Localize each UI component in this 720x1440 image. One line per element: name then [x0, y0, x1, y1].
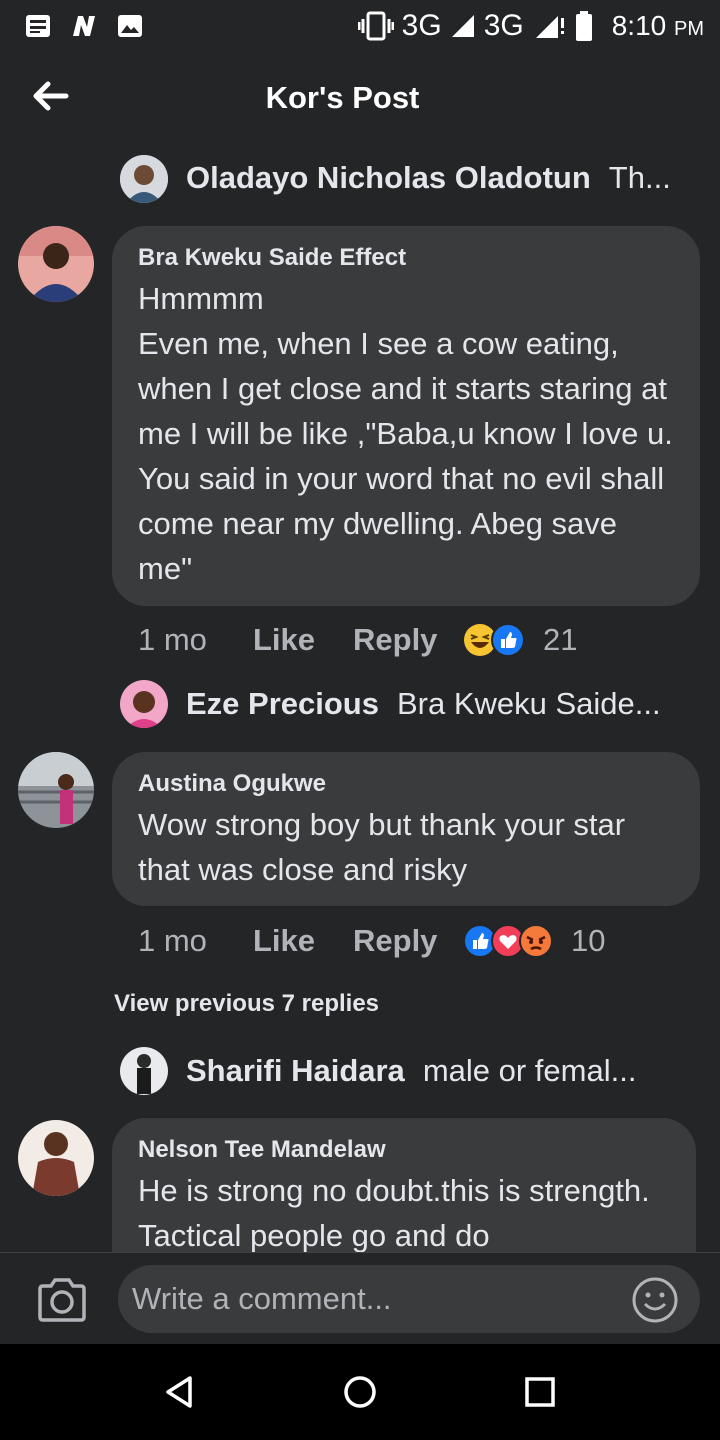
- reaction-count[interactable]: 21: [543, 622, 577, 658]
- nav-back-icon[interactable]: [160, 1372, 200, 1412]
- app-bar: Kor's Post: [0, 52, 720, 144]
- reply-snippet: male or femal...: [422, 1053, 637, 1088]
- reaction-count[interactable]: 10: [571, 923, 605, 959]
- avatar[interactable]: [18, 1120, 94, 1196]
- vibrate-icon: [357, 11, 394, 41]
- n-app-icon: [73, 16, 95, 36]
- clock: 8:10 PM: [611, 10, 704, 41]
- network-label: 3G: [401, 9, 442, 42]
- page-title: Kor's Post: [265, 80, 420, 115]
- status-bar: 3G 3G 8:10 PM: [0, 0, 720, 52]
- comment-time: 1 mo: [138, 622, 207, 657]
- comment-text: Wow strong boy but thank your star that …: [138, 807, 634, 887]
- comment-text: Hmmmm Even me, when I see a cow eating, …: [138, 281, 673, 586]
- reply-author[interactable]: Oladayo Nicholas Oladotun: [186, 160, 591, 196]
- reply-preview[interactable]: Oladayo Nicholas Oladotun Th...: [186, 160, 671, 196]
- reactions[interactable]: [463, 924, 553, 958]
- smiley-icon[interactable]: [632, 1277, 678, 1323]
- avatar[interactable]: [18, 752, 94, 828]
- comment-input-placeholder: Write a comment...: [132, 1281, 392, 1316]
- reply-button[interactable]: Reply: [353, 622, 463, 658]
- like-button[interactable]: Like: [253, 923, 353, 959]
- avatar[interactable]: [120, 155, 168, 203]
- reply-preview[interactable]: Eze Precious Bra Kweku Saide...: [186, 686, 661, 722]
- comment-actions: 1 mo Like Reply 10: [138, 923, 605, 959]
- comment-text: He is strong no doubt.this is strength. …: [138, 1173, 658, 1253]
- comment-author[interactable]: Austina Ogukwe: [138, 770, 674, 798]
- signal-icon: [451, 15, 474, 37]
- nav-home-icon[interactable]: [340, 1372, 380, 1412]
- reply-author[interactable]: Eze Precious: [186, 686, 379, 722]
- comment-bubble[interactable]: Austina Ogukwe Wow strong boy but thank …: [112, 752, 700, 906]
- view-previous-replies-link[interactable]: View previous 7 replies: [114, 990, 379, 1018]
- like-button[interactable]: Like: [253, 622, 353, 658]
- comment-input[interactable]: Write a comment...: [118, 1265, 700, 1333]
- reply-snippet: Th...: [608, 160, 671, 195]
- reply-snippet: Bra Kweku Saide...: [396, 686, 661, 721]
- comment-author[interactable]: Nelson Tee Mandelaw: [138, 1136, 670, 1164]
- image-icon: [118, 15, 142, 37]
- reactions[interactable]: [463, 623, 525, 657]
- reply-author[interactable]: Sharifi Haidara: [186, 1053, 405, 1089]
- nav-recents-icon[interactable]: [520, 1372, 560, 1412]
- reply-button[interactable]: Reply: [353, 923, 463, 959]
- like-reaction-icon: [491, 623, 525, 657]
- comment-bubble[interactable]: Bra Kweku Saide Effect Hmmmm Even me, wh…: [112, 226, 700, 606]
- avatar[interactable]: [18, 226, 94, 302]
- reply-preview[interactable]: Sharifi Haidara male or femal...: [186, 1053, 636, 1089]
- avatar[interactable]: [120, 1047, 168, 1095]
- network-label-2: 3G: [483, 9, 524, 42]
- battery-icon: [575, 11, 592, 41]
- system-navigation-bar: [0, 1344, 720, 1440]
- comment-composer: Write a comment...: [0, 1252, 720, 1345]
- news-icon: [26, 15, 50, 37]
- comment-author[interactable]: Bra Kweku Saide Effect: [138, 244, 674, 272]
- avatar[interactable]: [120, 680, 168, 728]
- camera-icon[interactable]: [36, 1277, 88, 1323]
- angry-reaction-icon: [519, 924, 553, 958]
- comment-time: 1 mo: [138, 923, 207, 958]
- signal-hplus-icon: [535, 16, 564, 38]
- comment-actions: 1 mo Like Reply 21: [138, 622, 577, 658]
